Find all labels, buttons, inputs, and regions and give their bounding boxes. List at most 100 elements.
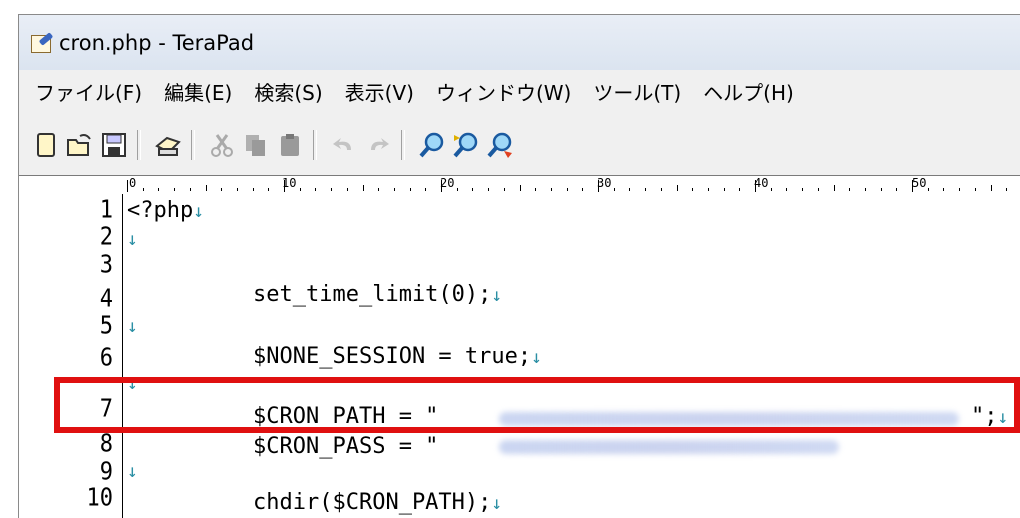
ruler-tick <box>723 188 725 191</box>
ruler-tick <box>127 180 128 192</box>
ruler-tick <box>598 180 599 192</box>
line-number: 3 <box>99 251 113 279</box>
ruler-tick <box>503 188 505 191</box>
new-file-icon[interactable] <box>31 130 61 160</box>
ruler-tick <box>268 188 270 191</box>
ruler-label: 50 <box>912 176 927 190</box>
ruler-tick <box>927 188 929 191</box>
line-number: 5 <box>99 312 113 340</box>
toolbar-separator <box>137 130 141 160</box>
ruler-tick <box>990 185 992 191</box>
ruler-tick <box>566 188 568 191</box>
ruler-tick <box>786 188 788 191</box>
code-line: set_time_limit(0);↓ <box>253 282 503 307</box>
menu-bar: ファイル(F) 編集(E) 検索(S) 表示(V) ウィンドウ(W) ツール(T… <box>19 73 1020 109</box>
code-line: $NONE_SESSION = true;↓ <box>253 344 542 369</box>
ruler-tick <box>817 188 819 191</box>
ruler-tick <box>912 180 913 192</box>
ruler-tick <box>880 188 882 191</box>
ruler-tick <box>707 188 709 191</box>
ruler-tick <box>346 188 348 191</box>
ruler-label: 30 <box>597 176 612 190</box>
title-bar: cron.php - TeraPad <box>19 15 1020 70</box>
terapad-window: cron.php - TeraPad ファイル(F) 編集(E) 検索(S) 表… <box>18 14 1020 518</box>
menu-edit[interactable]: 編集(E) <box>164 77 232 106</box>
paste-icon[interactable] <box>275 130 305 160</box>
editor-area[interactable]: 1 2 3 4 5 6 7 8 9 10 <?php↓ ↓ set_time_l… <box>19 194 1020 518</box>
ruler: 0 10 20 30 40 50 <box>19 175 1020 195</box>
menu-window[interactable]: ウィンドウ(W) <box>436 77 571 106</box>
menu-help[interactable]: ヘルプ(H) <box>703 77 794 106</box>
ruler-tick <box>739 188 741 191</box>
gutter-divider <box>122 194 123 518</box>
code-line: ↓ <box>127 229 138 250</box>
ruler-tick <box>252 188 254 191</box>
ruler-tick <box>221 188 223 191</box>
undo-icon[interactable] <box>329 130 359 160</box>
menu-tools[interactable]: ツール(T) <box>593 77 681 106</box>
menu-view[interactable]: 表示(V) <box>345 77 414 106</box>
ruler-tick <box>1006 188 1008 191</box>
terapad-app-icon[interactable] <box>31 31 54 53</box>
code-line: <?php↓ <box>127 198 205 223</box>
line-number: 10 <box>86 484 114 512</box>
ruler-tick <box>393 188 395 191</box>
save-icon[interactable] <box>99 130 129 160</box>
cut-icon[interactable] <box>207 130 237 160</box>
line-number: 4 <box>99 285 113 313</box>
ruler-tick <box>205 185 207 191</box>
toolbar-separator <box>191 130 195 160</box>
ruler-label: 0 <box>129 176 137 190</box>
ruler-tick <box>692 188 694 191</box>
ruler-tick <box>550 188 552 191</box>
ruler-tick <box>456 188 458 191</box>
ruler-tick <box>755 180 756 192</box>
menu-file[interactable]: ファイル(F) <box>35 77 142 106</box>
ruler-tick <box>488 188 490 191</box>
menu-search[interactable]: 検索(S) <box>254 77 322 106</box>
code-line: ↓ <box>127 461 138 482</box>
ruler-tick <box>441 180 442 192</box>
ruler-tick <box>864 188 866 191</box>
find-icon[interactable] <box>417 130 447 160</box>
ruler-tick <box>174 188 176 191</box>
ruler-tick <box>331 188 333 191</box>
ruler-tick <box>974 188 976 191</box>
ruler-tick <box>362 185 364 191</box>
ruler-tick <box>770 188 772 191</box>
ruler-label: 20 <box>440 176 455 190</box>
ruler-tick <box>629 188 631 191</box>
find-prev-icon[interactable] <box>485 130 515 160</box>
code-line: ↓ <box>127 316 138 337</box>
line-number: 9 <box>99 458 113 486</box>
toolbar <box>19 119 1020 171</box>
ruler-tick <box>582 188 584 191</box>
ruler-tick <box>189 188 191 191</box>
ruler-label: 40 <box>754 176 769 190</box>
ruler-tick <box>645 188 647 191</box>
ruler-tick <box>284 180 285 192</box>
ruler-tick <box>943 188 945 191</box>
ruler-tick <box>849 188 851 191</box>
ruler-tick <box>299 188 301 191</box>
ruler-tick <box>833 185 835 191</box>
copy-icon[interactable] <box>241 130 271 160</box>
open-folder-icon[interactable] <box>65 130 95 160</box>
ruler-tick <box>472 188 474 191</box>
redo-icon[interactable] <box>363 130 393 160</box>
line-number: 2 <box>99 223 113 251</box>
code-line: $CRON_PASS = " <box>253 434 439 459</box>
print-icon[interactable] <box>153 130 183 160</box>
ruler-tick <box>959 188 961 191</box>
ruler-tick <box>519 185 521 191</box>
code-line: chdir($CRON_PATH);↓ <box>253 490 503 515</box>
toolbar-separator <box>401 130 405 160</box>
line-number: 1 <box>99 196 113 224</box>
ruler-tick <box>425 188 427 191</box>
ruler-tick <box>660 188 662 191</box>
ruler-tick <box>896 188 898 191</box>
ruler-tick <box>142 188 144 191</box>
ruler-tick <box>802 188 804 191</box>
line-number: 8 <box>99 430 113 458</box>
find-next-icon[interactable] <box>451 130 481 160</box>
